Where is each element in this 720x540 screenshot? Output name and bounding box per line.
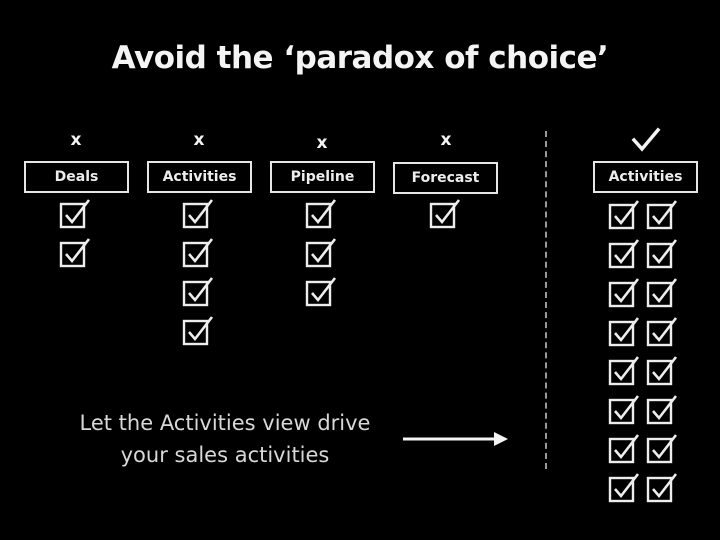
checkbox-icon [646, 239, 678, 269]
checkbox-icon [182, 199, 214, 229]
arrow-right-icon [403, 432, 508, 446]
caption-line-2: your sales activities [120, 443, 330, 467]
checkbox-icon [59, 238, 91, 268]
checkbox-icon [608, 200, 640, 230]
view-box-activities-chosen: Activities [593, 161, 698, 193]
checkbox-icon [646, 395, 678, 425]
view-box-forecast: Forecast [393, 162, 498, 194]
checkmark-icon [631, 127, 661, 152]
checkbox-icon [646, 200, 678, 230]
checkbox-icon [608, 278, 640, 308]
checkbox-icon [608, 434, 640, 464]
checkbox-icon [646, 278, 678, 308]
checkbox-icon [608, 356, 640, 386]
checkbox-icon [182, 316, 214, 346]
caption-line-1: Let the Activities view drive [79, 411, 371, 435]
rejected-x-marker-pipeline: x [316, 133, 328, 153]
checkbox-icon [608, 473, 640, 503]
view-box-pipeline: Pipeline [270, 161, 375, 193]
checkbox-icon [305, 199, 337, 229]
caption: Let the Activities view drive your sales… [60, 407, 390, 471]
checkbox-icon [305, 277, 337, 307]
view-box-deals: Deals [24, 161, 129, 193]
checkbox-icon [429, 199, 461, 229]
checkbox-icon [608, 239, 640, 269]
checkbox-icon [646, 473, 678, 503]
checkbox-icon [59, 199, 91, 229]
slide-title: Avoid the ‘paradox of choice’ [111, 40, 609, 76]
view-box-activities: Activities [147, 161, 252, 193]
checkbox-icon [646, 434, 678, 464]
checkbox-icon [608, 395, 640, 425]
rejected-x-marker-deals: x [70, 130, 82, 150]
rejected-x-marker-forecast: x [440, 130, 452, 150]
checkbox-icon [182, 238, 214, 268]
checkbox-icon [646, 317, 678, 347]
dashed-divider [545, 131, 547, 469]
checkbox-icon [608, 317, 640, 347]
checkbox-icon [646, 356, 678, 386]
checkbox-icon [305, 238, 337, 268]
checkbox-icon [182, 277, 214, 307]
rejected-x-marker-activities: x [193, 130, 205, 150]
